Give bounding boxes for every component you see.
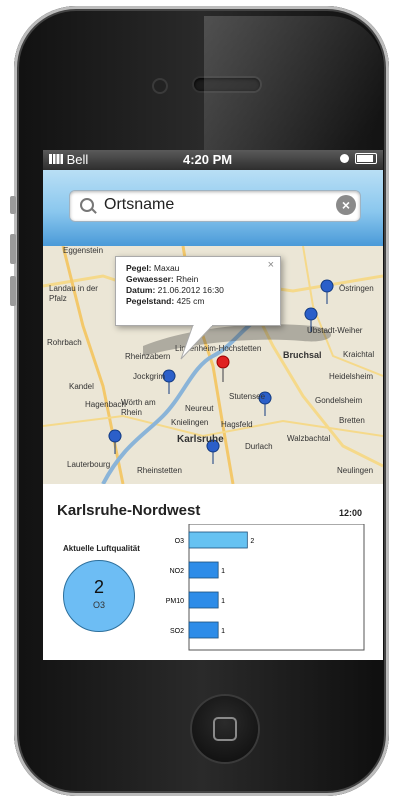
air-quality-pollutant: O3 bbox=[92, 600, 105, 610]
station-title: Karlsruhe-Nordwest bbox=[57, 502, 201, 519]
clear-icon[interactable]: × bbox=[336, 195, 356, 215]
battery-icon bbox=[355, 153, 377, 164]
map-label: Kandel bbox=[69, 382, 94, 391]
mute-switch bbox=[10, 196, 16, 214]
chart-category-label: SO2 bbox=[170, 628, 184, 635]
status-bar: Bell 4:20 PM bbox=[43, 150, 383, 170]
map-label: Hagenbach bbox=[85, 400, 126, 409]
home-button[interactable] bbox=[192, 696, 258, 762]
station-time: 12:00 bbox=[339, 508, 363, 518]
popup-key: Datum: bbox=[126, 285, 156, 295]
map-label: Gondelsheim bbox=[315, 396, 363, 405]
volume-down-button bbox=[10, 276, 16, 306]
search-input[interactable]: Ortsname × bbox=[69, 190, 361, 222]
map-label: Östringen bbox=[339, 284, 374, 293]
orientation-lock-icon bbox=[340, 154, 349, 163]
popup-row-pegel: Pegel: Maxau bbox=[126, 263, 270, 274]
chart-bar bbox=[188, 531, 248, 549]
map-label: Karlsruhe bbox=[177, 434, 224, 445]
popup-value: Maxau bbox=[153, 263, 180, 273]
carrier-group: Bell bbox=[49, 152, 88, 167]
chart-category-label: PM10 bbox=[166, 598, 184, 605]
popup-pointer bbox=[180, 325, 214, 360]
chart-data-label: 1 bbox=[221, 628, 225, 635]
chart-bar bbox=[188, 621, 219, 639]
chart-data-label: 1 bbox=[221, 598, 225, 605]
map-label: Heidelsheim bbox=[329, 372, 374, 381]
station-panel: Karlsruhe-Nordwest 12:00 Aktuelle Luftqu… bbox=[43, 484, 383, 660]
map-label: Ubstadt-Weiher bbox=[307, 326, 363, 335]
popup-value: 21.06.2012 16:30 bbox=[157, 285, 224, 295]
air-quality-label: Aktuelle Luftqualität bbox=[63, 544, 140, 553]
popup-value: Rhein bbox=[176, 274, 199, 284]
popup-row-gewaesser: Gewaesser: Rhein bbox=[126, 274, 270, 285]
volume-up-button bbox=[10, 234, 16, 264]
signal-icon bbox=[49, 154, 63, 164]
map-label: Rheinzabern bbox=[125, 352, 171, 361]
front-camera bbox=[154, 80, 166, 92]
map-label: Eggenstein bbox=[63, 246, 104, 255]
pollutant-bar-chart: O3 2 NO2 1 PM10 1 SO2 1 bbox=[166, 524, 365, 651]
status-icons bbox=[340, 153, 377, 164]
chart-bar bbox=[188, 561, 219, 579]
map-view[interactable]: Eggenstein Landau in der Pfalz Rohrbach … bbox=[43, 246, 383, 484]
map-label: Landau in der Pfalz bbox=[49, 284, 98, 303]
gauge-popup: × Pegel: Maxau Gewaesser: Rhein Datum: 2… bbox=[115, 256, 281, 326]
chart-category-label: NO2 bbox=[170, 568, 185, 575]
map-label: Durlach bbox=[245, 442, 273, 451]
map-label: Lauterbourg bbox=[67, 460, 111, 469]
clock: 4:20 PM bbox=[183, 152, 233, 167]
chart-bar bbox=[188, 591, 219, 609]
map-label: Jockgrim bbox=[133, 372, 166, 381]
map-label: Wörth am Rhein bbox=[121, 398, 156, 417]
popup-key: Pegelstand: bbox=[126, 296, 175, 306]
popup-pointer-mask bbox=[194, 325, 212, 326]
map-label: Neulingen bbox=[337, 466, 374, 475]
popup-pointer-shape bbox=[180, 325, 214, 360]
air-quality-index: 2 O3 bbox=[63, 560, 135, 632]
air-quality-value: 2 bbox=[93, 577, 104, 597]
map-label: Hagsfeld bbox=[221, 420, 253, 429]
popup-row-datum: Datum: 21.06.2012 16:30 bbox=[126, 285, 270, 296]
map-label: Neureut bbox=[185, 404, 214, 413]
phone-screen: Bell 4:20 PM Ortsname × Eggenstein Landa… bbox=[43, 150, 383, 660]
map-label: Walzbachtal bbox=[287, 434, 331, 443]
chart-data-label: 2 bbox=[250, 538, 254, 545]
map-label: Rohrbach bbox=[47, 338, 82, 347]
chart-data-label: 1 bbox=[221, 568, 225, 575]
map-label: Stutensee bbox=[229, 392, 266, 401]
map-label: Rheinstetten bbox=[137, 466, 182, 475]
map-label: Bretten bbox=[339, 416, 365, 425]
chart-category-label: O3 bbox=[175, 538, 184, 545]
close-icon[interactable]: × bbox=[268, 260, 274, 271]
map-label: Knielingen bbox=[171, 418, 209, 427]
popup-row-pegelstand: Pegelstand: 425 cm bbox=[126, 296, 270, 307]
carrier-name: Bell bbox=[66, 152, 89, 167]
search-value: Ortsname bbox=[104, 196, 175, 213]
popup-key: Pegel: bbox=[126, 263, 152, 273]
search-bar: Ortsname × bbox=[43, 170, 383, 246]
earpiece-speaker bbox=[194, 78, 260, 91]
popup-key: Gewaesser: bbox=[126, 274, 174, 284]
popup-value: 425 cm bbox=[176, 296, 205, 306]
home-square-icon bbox=[213, 717, 237, 741]
search-icon bbox=[80, 198, 94, 212]
map-label: Kraichtal bbox=[343, 350, 375, 359]
map-label: Bruchsal bbox=[283, 350, 322, 360]
